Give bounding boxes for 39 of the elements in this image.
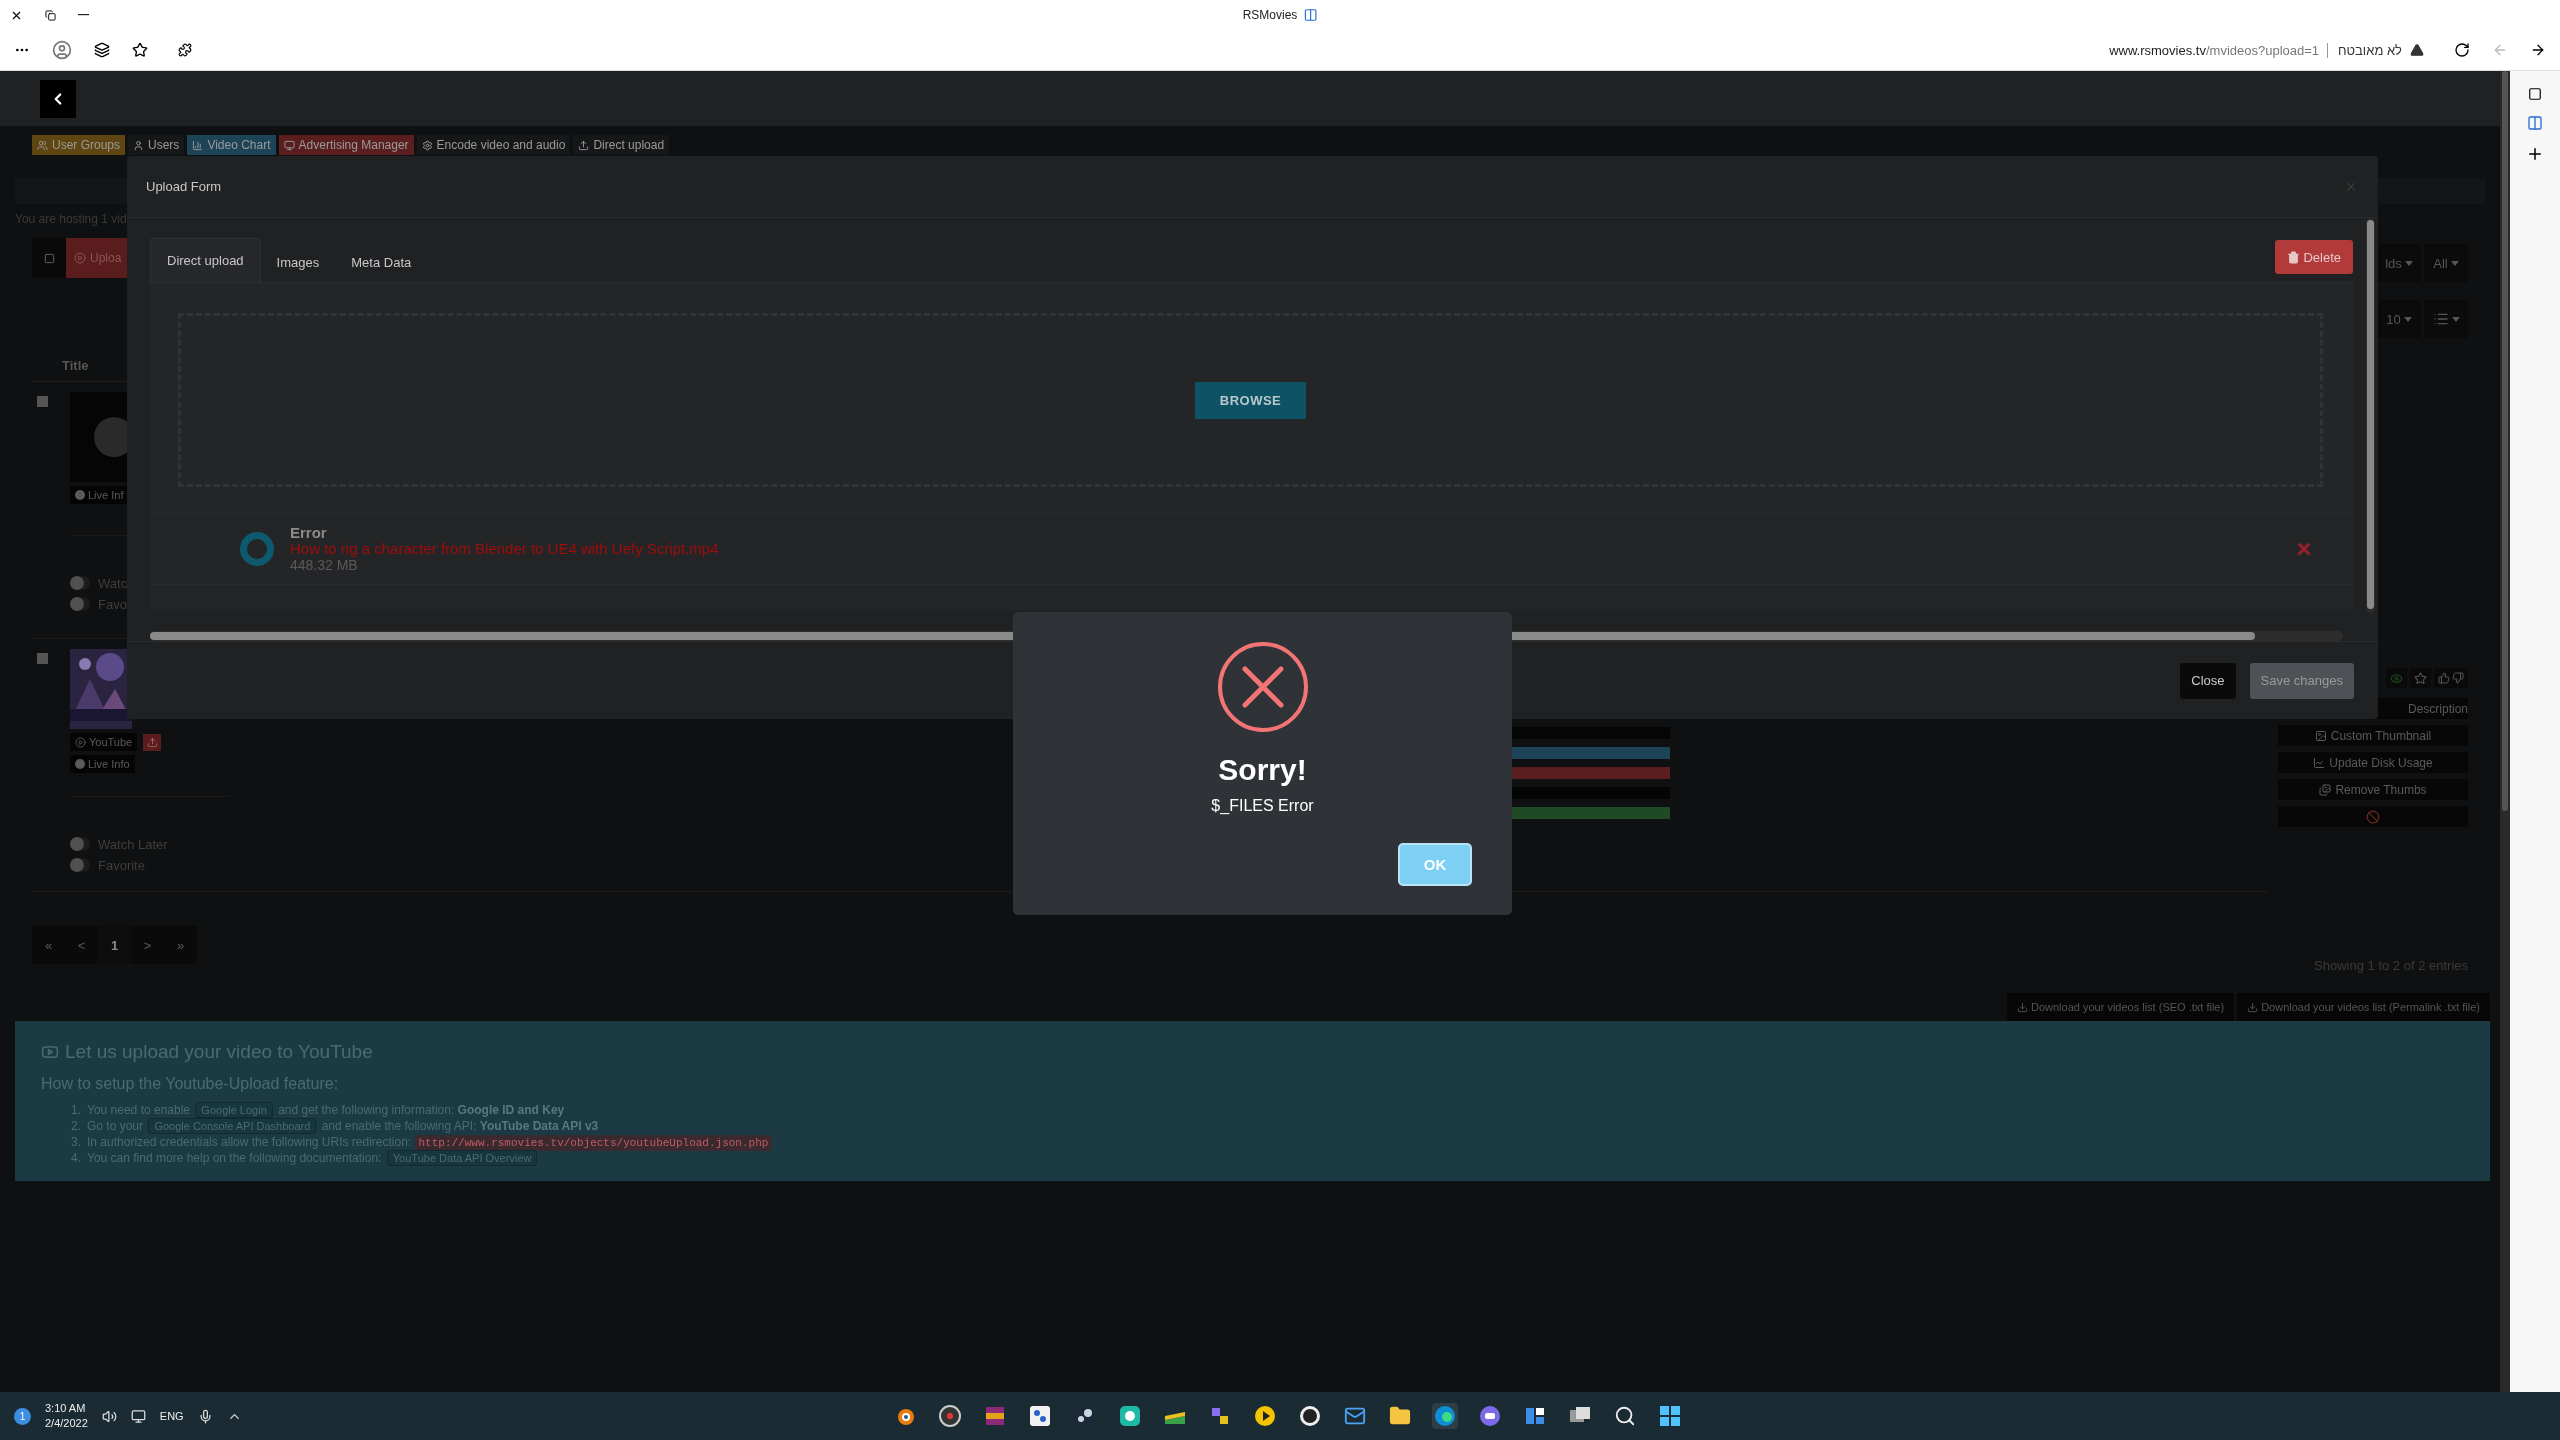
modal-tab[interactable]: Meta Data	[335, 242, 428, 283]
clock[interactable]: 3:10 AM 2/4/2022	[45, 1401, 88, 1431]
action-button[interactable]: Custom Thumbnail	[2278, 725, 2468, 746]
security-label: לא מאובטח	[2327, 42, 2402, 58]
filter-dropdown[interactable]: All	[2424, 244, 2468, 282]
source-badge: YouTube	[70, 733, 138, 751]
admin-menu-tab[interactable]: Encode video and audio	[416, 135, 571, 155]
close-button[interactable]: Close	[2180, 662, 2236, 699]
live-info-badge[interactable]: Live Inf	[70, 486, 129, 504]
filter-dropdown[interactable]: lds	[2377, 244, 2421, 282]
admin-menu-tab[interactable]: User Groups	[32, 135, 126, 155]
download-button[interactable]: Download your videos list (SEO .txt file)	[2006, 993, 2235, 1021]
admin-menu-tab[interactable]: Video Chart	[187, 135, 276, 155]
modal-tab[interactable]: Images	[260, 242, 336, 283]
action-button[interactable]: Remove Thumbs	[2278, 779, 2468, 800]
alert-message: $_FILES Error	[1211, 797, 1314, 815]
modal-tab[interactable]: Direct upload	[150, 238, 261, 283]
live-info-badge[interactable]: Live Info	[70, 755, 135, 773]
admin-menu-tab[interactable]: Advertising Manager	[278, 135, 414, 155]
ok-button[interactable]: OK	[1398, 843, 1472, 886]
language-indicator[interactable]: ENG	[159, 1410, 184, 1422]
notification-badge[interactable]: 1	[14, 1407, 31, 1425]
url-text: www.rsmovies.tv/mvideos?upload=1	[2109, 42, 2320, 58]
download-button[interactable]: Download your videos list (Permalink .txt file)	[2237, 993, 2490, 1021]
file-name: How to rig a character from Blender to UE4 with Uefy Script.mp4	[290, 541, 719, 558]
browse-button[interactable]: BROWSE	[1194, 381, 1307, 419]
modal-title: Upload Form	[146, 179, 222, 195]
save-button[interactable]: Save changes	[2249, 662, 2354, 699]
drop-zone[interactable]: BROWSE	[178, 313, 2323, 488]
alert-title: Sorry!	[1218, 753, 1307, 787]
upload-button[interactable]: Uploa	[66, 238, 130, 278]
filter-dropdown[interactable]: 10	[2377, 300, 2421, 338]
window-title: RSMovies	[1242, 8, 1298, 22]
upload-status: Error	[290, 525, 328, 542]
code-snippet: http://www.rsmovies.tv/objects/youtubeUpload.json.php	[414, 1135, 773, 1151]
admin-menu-tab[interactable]: Users	[128, 135, 185, 155]
admin-menu-tab[interactable]: Direct upload	[573, 135, 670, 155]
delete-button[interactable]: Delete	[2275, 240, 2353, 275]
action-button[interactable]: Update Disk Usage	[2278, 752, 2468, 773]
